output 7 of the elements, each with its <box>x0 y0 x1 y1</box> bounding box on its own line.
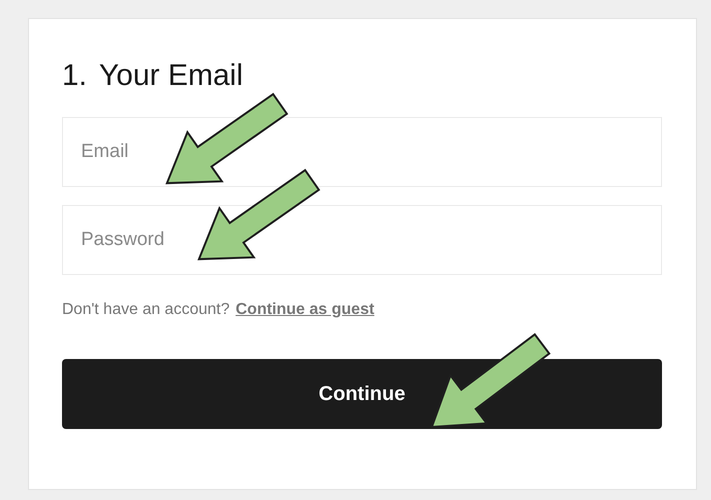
account-prompt: Don't have an account? <box>62 301 230 319</box>
input-field[interactable]: Password <box>62 205 662 275</box>
guest-link[interactable]: Continue as guest <box>236 301 374 319</box>
step-number: 1. <box>62 58 88 94</box>
section-title: Your Email <box>99 58 243 94</box>
input-field[interactable]: Email <box>62 117 662 187</box>
continue-button[interactable]: Continue <box>62 359 662 429</box>
